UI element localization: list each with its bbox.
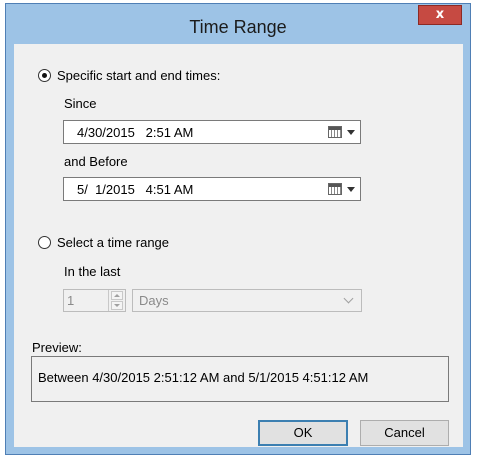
specific-times-option[interactable]: Specific start and end times: [38,68,220,83]
close-icon: x [435,7,445,22]
spin-down-icon[interactable] [111,301,123,310]
since-value: 4/30/2015 2:51 AM [77,125,194,140]
in-the-last-label: In the last [64,264,121,279]
since-label: Since [64,96,97,111]
cancel-button[interactable]: Cancel [360,420,449,446]
calendar-icon[interactable] [328,183,342,195]
since-datetime-picker[interactable]: 4/30/2015 2:51 AM [63,120,361,144]
before-value: 5/ 1/2015 4:51 AM [77,182,194,197]
before-datetime-picker[interactable]: 5/ 1/2015 4:51 AM [63,177,361,201]
dialog-body: Specific start and end times: Since 4/30… [14,44,463,447]
time-range-option[interactable]: Select a time range [38,235,169,250]
preview-text: Between 4/30/2015 2:51:12 AM and 5/1/201… [38,370,369,385]
time-range-label: Select a time range [57,235,170,250]
time-range-dialog: Time Range x Specific start and end time… [5,3,471,455]
close-button[interactable]: x [418,5,462,25]
chevron-down-icon[interactable] [347,187,355,192]
count-stepper[interactable]: 1 [63,289,126,312]
before-label: and Before [64,154,128,169]
specific-times-radio[interactable] [38,69,51,82]
unit-value: Days [139,293,169,308]
dialog-title: Time Range [189,17,287,37]
time-range-radio[interactable] [38,236,51,249]
spin-buttons[interactable] [108,290,125,311]
count-value: 1 [67,293,75,308]
preview-box: Between 4/30/2015 2:51:12 AM and 5/1/201… [31,356,449,402]
preview-label: Preview: [32,340,82,355]
spin-up-icon[interactable] [111,291,123,300]
chevron-down-icon[interactable] [347,130,355,135]
title-bar: Time Range x [6,4,470,44]
specific-times-label: Specific start and end times: [57,68,221,83]
calendar-icon[interactable] [328,126,342,138]
ok-button[interactable]: OK [258,420,348,446]
chevron-down-icon[interactable] [343,293,354,304]
unit-dropdown[interactable]: Days [132,289,362,312]
